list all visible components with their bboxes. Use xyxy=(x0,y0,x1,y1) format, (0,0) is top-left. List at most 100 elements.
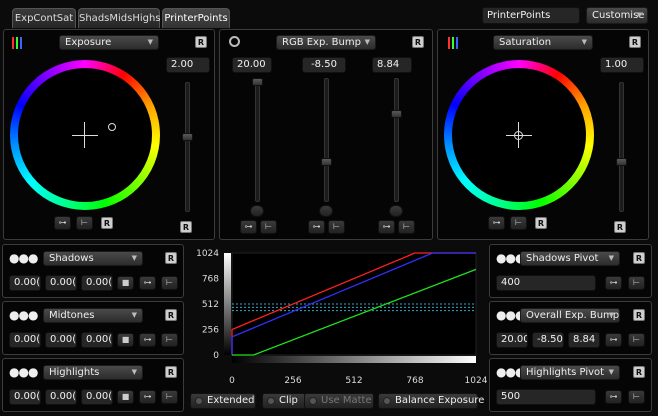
use-matte-button[interactable]: Use Matte xyxy=(304,393,374,409)
saturation-slider-knob[interactable] xyxy=(616,158,627,166)
shadows-value-1[interactable]: 0.00( xyxy=(9,275,41,291)
green-slider-knob[interactable] xyxy=(321,158,332,166)
midtones-dropdown[interactable]: Midtones ▼ xyxy=(43,308,143,323)
preset-name-field[interactable]: PrinterPoints xyxy=(482,7,580,24)
shadows-value-2[interactable]: 0.00( xyxy=(45,275,77,291)
reset-button[interactable]: R xyxy=(195,36,207,48)
x-tick-label: 512 xyxy=(345,376,362,386)
toggle-icon[interactable]: ■ xyxy=(117,276,134,290)
reset-button[interactable]: R xyxy=(165,309,177,321)
curve-icon[interactable]: ⊢ xyxy=(161,333,178,347)
shadows-dropdown[interactable]: Shadows ▼ xyxy=(43,251,143,266)
saturation-slider[interactable] xyxy=(619,82,624,212)
reset-button[interactable]: R xyxy=(165,252,177,264)
key-icon[interactable]: ⊶ xyxy=(605,276,622,290)
shadows-pivot-dropdown[interactable]: Shadows Pivot ▼ xyxy=(520,251,620,266)
overall-exp-bump-dropdown[interactable]: Overall Exp. Bump ▼ xyxy=(520,308,620,323)
wheel-puck-icon[interactable] xyxy=(108,123,116,131)
highlights-dropdown[interactable]: Highlights ▼ xyxy=(43,365,143,380)
options-dots-icon[interactable]: ●●● xyxy=(9,252,38,264)
curve-icon[interactable]: ⊢ xyxy=(161,276,178,290)
key-icon[interactable]: ⊶ xyxy=(378,220,395,234)
reset-button[interactable]: R xyxy=(535,217,547,229)
circle-icon[interactable] xyxy=(229,36,240,47)
exposure-color-wheel[interactable] xyxy=(10,60,160,210)
blue-slider[interactable] xyxy=(394,78,399,202)
key-icon[interactable]: ⊶ xyxy=(605,333,622,347)
key-icon[interactable]: ⊶ xyxy=(139,333,156,347)
highlights-pivot-dropdown[interactable]: Highlights Pivot ▼ xyxy=(520,365,620,380)
key-icon[interactable]: ⊶ xyxy=(139,276,156,290)
midtones-value-3[interactable]: 0.00( xyxy=(81,332,113,348)
key-icon[interactable]: ⊶ xyxy=(54,216,71,230)
customise-dropdown[interactable]: Customise ▼ xyxy=(586,7,648,24)
blue-slider-knob[interactable] xyxy=(391,110,402,118)
options-dots-icon[interactable]: ●●● xyxy=(9,309,38,321)
rgb-channels-icon[interactable] xyxy=(12,37,24,49)
overall-bump-value-1[interactable]: 20.00 xyxy=(496,332,528,348)
key-icon[interactable]: ⊶ xyxy=(605,390,622,404)
reset-button[interactable]: R xyxy=(614,221,626,233)
green-toggle-icon[interactable] xyxy=(319,205,333,217)
red-toggle-icon[interactable] xyxy=(250,205,264,217)
reset-button[interactable]: R xyxy=(633,366,645,378)
curve-icon[interactable]: ⊢ xyxy=(161,390,178,404)
reset-button[interactable]: R xyxy=(629,36,641,48)
clip-button[interactable]: Clip xyxy=(262,393,306,409)
saturation-value-field[interactable]: 1.00 xyxy=(600,57,644,73)
right-wheel-mode-dropdown[interactable]: Saturation ▼ xyxy=(493,35,593,50)
red-bump-field[interactable]: 20.00 xyxy=(232,57,272,73)
red-slider-knob[interactable] xyxy=(252,78,263,86)
exposure-slider-knob[interactable] xyxy=(182,133,193,141)
reset-button[interactable]: R xyxy=(633,252,645,264)
extended-button[interactable]: Extended xyxy=(190,393,256,409)
blue-bump-field[interactable]: 8.84 xyxy=(372,57,412,73)
curve-icon[interactable]: ⊢ xyxy=(398,220,415,234)
key-icon[interactable]: ⊶ xyxy=(240,220,257,234)
highlights-value-1[interactable]: 0.00( xyxy=(9,389,41,405)
reset-button[interactable]: R xyxy=(101,217,113,229)
left-wheel-mode-dropdown[interactable]: Exposure ▼ xyxy=(59,35,159,50)
key-icon[interactable]: ⊶ xyxy=(308,220,325,234)
highlights-value-2[interactable]: 0.00( xyxy=(45,389,77,405)
reset-button[interactable]: R xyxy=(412,36,424,48)
center-mode-dropdown[interactable]: RGB Exp. Bump ▼ xyxy=(276,35,376,50)
curve-icon[interactable]: ⊢ xyxy=(628,276,645,290)
tab-shadsmidshighs[interactable]: ShadsMidsHighs xyxy=(78,8,161,28)
key-icon[interactable]: ⊶ xyxy=(488,216,505,230)
curve-icon[interactable]: ⊢ xyxy=(628,390,645,404)
reset-button[interactable]: R xyxy=(633,309,645,321)
curve-icon[interactable]: ⊢ xyxy=(260,220,277,234)
exposure-value-field[interactable]: 2.00 xyxy=(166,57,210,73)
highlights-pivot-field[interactable]: 500 xyxy=(496,389,596,405)
green-slider[interactable] xyxy=(324,78,329,202)
reset-button[interactable]: R xyxy=(165,366,177,378)
toggle-icon[interactable]: ■ xyxy=(117,390,134,404)
curve-icon[interactable]: ⊢ xyxy=(510,216,527,230)
saturation-color-wheel[interactable] xyxy=(444,60,594,210)
curve-icon[interactable]: ⊢ xyxy=(328,220,345,234)
exposure-slider[interactable] xyxy=(185,82,190,212)
options-dots-icon[interactable]: ●●● xyxy=(9,366,38,378)
blue-toggle-icon[interactable] xyxy=(389,205,403,217)
overall-bump-value-2[interactable]: -8.50 xyxy=(532,332,564,348)
green-bump-field[interactable]: -8.50 xyxy=(302,57,346,73)
tab-expcontsat[interactable]: ExpContSat xyxy=(12,8,76,28)
overall-bump-value-3[interactable]: 8.84 xyxy=(568,332,600,348)
midtones-value-2[interactable]: 0.00( xyxy=(45,332,77,348)
curve-icon[interactable]: ⊢ xyxy=(76,216,93,230)
toggle-icon[interactable]: ■ xyxy=(117,333,134,347)
wheel-puck-icon[interactable] xyxy=(514,131,523,140)
key-icon[interactable]: ⊶ xyxy=(139,390,156,404)
shadows-pivot-field[interactable]: 400 xyxy=(496,275,596,291)
red-slider[interactable] xyxy=(255,78,260,202)
midtones-value-1[interactable]: 0.00( xyxy=(9,332,41,348)
printer-points-curve-graph[interactable]: 0 256 512 768 1024 0 256 512 768 1024 xyxy=(188,244,488,386)
rgb-channels-icon[interactable] xyxy=(448,37,460,49)
highlights-value-3[interactable]: 0.00( xyxy=(81,389,113,405)
tab-printerpoints[interactable]: PrinterPoints xyxy=(162,8,230,28)
reset-button[interactable]: R xyxy=(180,221,192,233)
curve-icon[interactable]: ⊢ xyxy=(628,333,645,347)
shadows-value-3[interactable]: 0.00( xyxy=(81,275,113,291)
balance-exposure-button[interactable]: Balance Exposure xyxy=(378,393,484,409)
